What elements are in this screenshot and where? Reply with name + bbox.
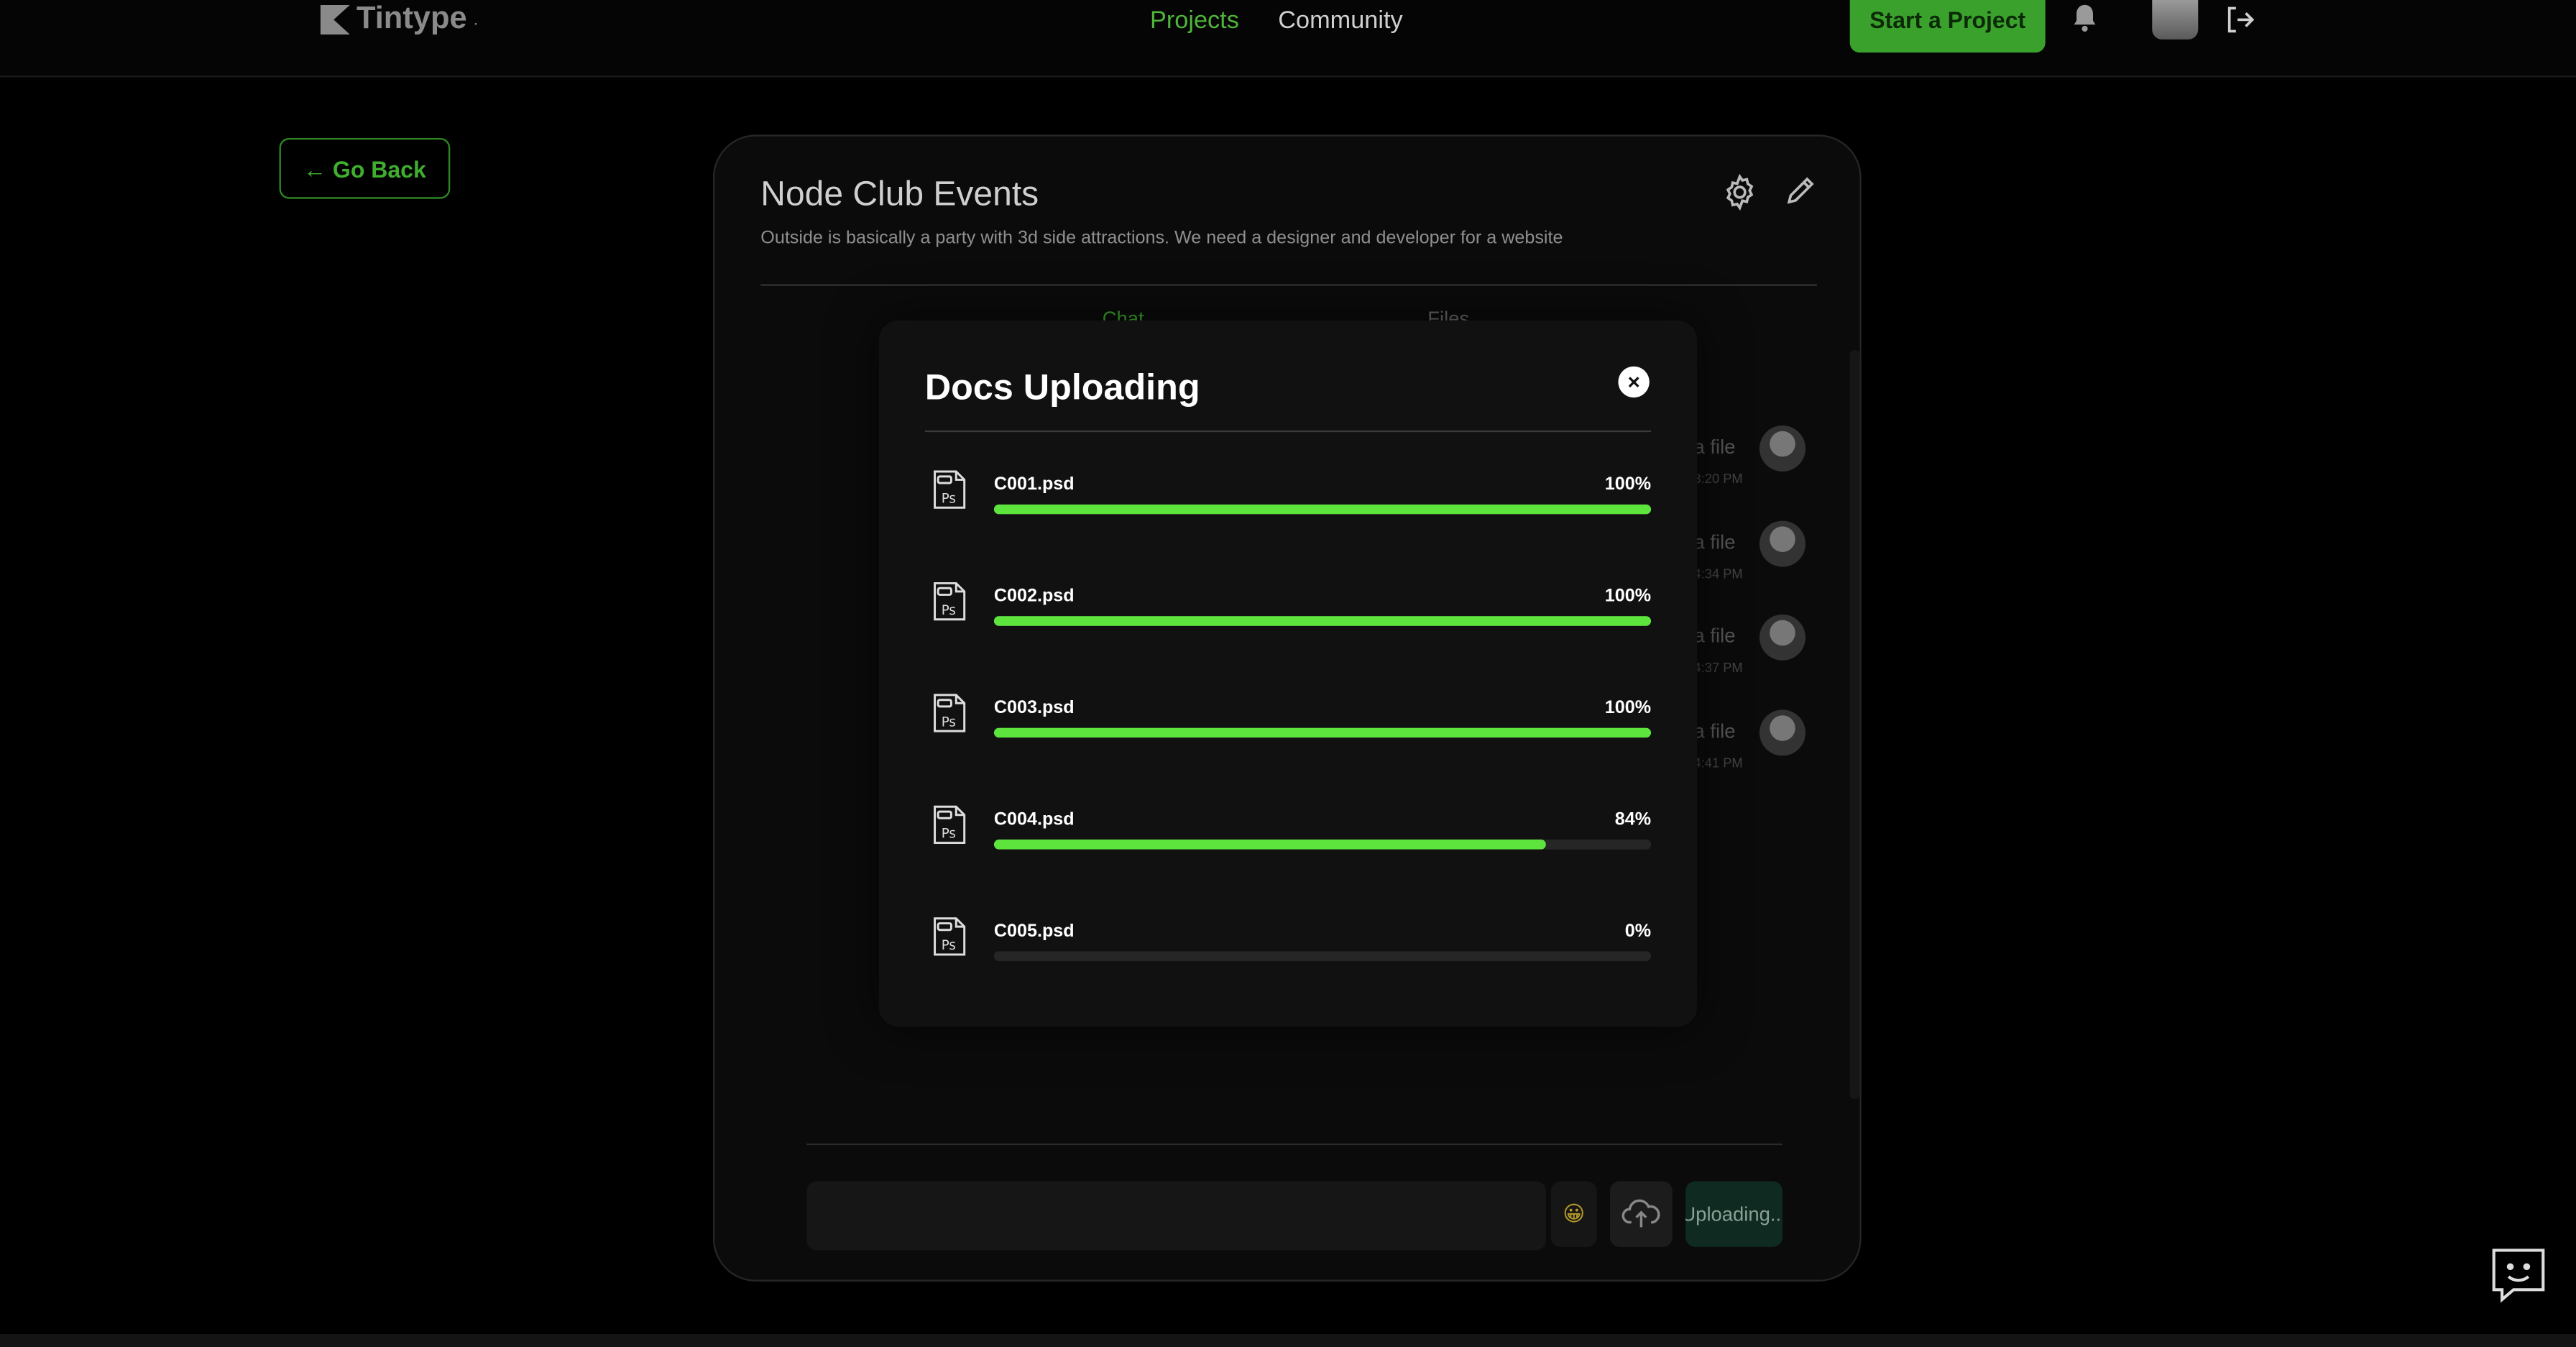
progress-bar-fill [993,616,1652,626]
svg-text:Ps: Ps [942,603,956,618]
cloud-upload-icon [1622,1199,1660,1228]
modal-divider [924,430,1652,433]
file-progress-percent: 100% [1604,474,1652,495]
close-icon[interactable]: × [1618,366,1650,398]
file-progress-percent: 84% [1614,809,1652,830]
progress-bar [993,727,1652,738]
file-progress-percent: 0% [1624,921,1652,942]
bottom-strip [0,1333,2576,1347]
message-time: 3:20 PM [1693,471,1743,487]
top-nav: Tintype. Projects Community Start a Proj… [0,0,2576,78]
chat-scrollbar[interactable] [1849,349,1860,1100]
emoji-button[interactable]: 😀 [1550,1181,1597,1247]
message-time: 4:37 PM [1693,660,1743,676]
logo[interactable]: Tintype. [320,0,479,40]
chat-message: a file 4:34 PM [1693,520,1813,596]
message-time: 4:41 PM [1693,755,1743,771]
file-name: C005.psd [993,921,1075,942]
nav-link-projects[interactable]: Projects [1150,6,1239,35]
chat-message: a file 3:20 PM [1693,425,1813,501]
file-progress-percent: 100% [1604,698,1652,718]
gear-icon[interactable] [1720,173,1760,212]
docs-uploading-modal: Docs Uploading × Ps C001.psd 100% Ps C002.ps… [878,320,1698,1027]
progress-bar-fill [993,504,1652,515]
app-stage: Tintype. Projects Community Start a Proj… [0,0,2576,1347]
upload-file-row: Ps C002.psd 100% [925,581,1652,659]
upload-button[interactable] [1609,1181,1673,1247]
chat-footer-divider [806,1143,1782,1146]
progress-bar [993,504,1652,515]
file-name: C004.psd [993,809,1075,830]
chat-message-input[interactable] [806,1181,1546,1251]
upload-file-row: Ps C005.psd 0% [925,917,1652,994]
nav-link-community[interactable]: Community [1278,6,1402,35]
avatar[interactable] [2152,0,2199,40]
start-project-button[interactable]: Start a Project [1849,0,2046,53]
message-text: a file [1693,530,1736,554]
avatar [1759,425,1806,472]
svg-text:Ps: Ps [942,491,956,506]
progress-bar-fill [993,839,1546,850]
file-progress-percent: 100% [1604,586,1652,607]
logo-suffix: . [473,10,479,29]
psd-file-icon: Ps [934,581,966,621]
avatar [1759,709,1806,756]
file-name: C002.psd [993,586,1075,607]
file-name: C003.psd [993,698,1075,718]
chat-message: a file 4:37 PM [1693,614,1813,690]
avatar [1759,614,1806,661]
bell-icon[interactable] [2071,4,2098,33]
svg-text:Ps: Ps [942,714,956,730]
project-title: Node Club Events [760,175,1039,214]
logo-text: Tintype [356,1,467,37]
progress-bar-fill [993,727,1652,738]
upload-file-row: Ps C003.psd 100% [925,694,1652,771]
upload-file-row: Ps C004.psd 84% [925,805,1652,883]
file-name: C001.psd [993,474,1075,495]
logo-mark-icon [320,4,350,35]
psd-file-icon: Ps [934,917,966,956]
message-text: a file [1693,624,1736,648]
progress-bar [993,951,1652,962]
progress-bar [993,616,1652,626]
pencil-icon[interactable] [1784,174,1817,207]
project-description: Outside is basically a party with 3d sid… [760,228,1563,249]
message-time: 4:34 PM [1693,566,1743,582]
psd-file-icon: Ps [934,694,966,732]
psd-file-icon: Ps [934,470,966,509]
psd-file-icon: Ps [934,805,966,845]
chatbot-icon[interactable] [2489,1246,2548,1305]
modal-title: Docs Uploading [924,366,1200,408]
svg-text:Ps: Ps [942,827,956,842]
card-divider [760,284,1817,286]
progress-bar [993,839,1652,850]
go-back-button[interactable]: ← Go Back [279,137,451,199]
avatar [1759,520,1806,567]
chat-message: a file 4:41 PM [1693,709,1813,785]
uploading-status-button[interactable]: Uploading... [1685,1181,1782,1247]
logout-icon[interactable] [2225,5,2254,35]
message-text: a file [1693,435,1736,459]
message-text: a file [1693,720,1736,743]
upload-file-row: Ps C001.psd 100% [925,470,1652,548]
svg-text:Ps: Ps [942,938,956,953]
